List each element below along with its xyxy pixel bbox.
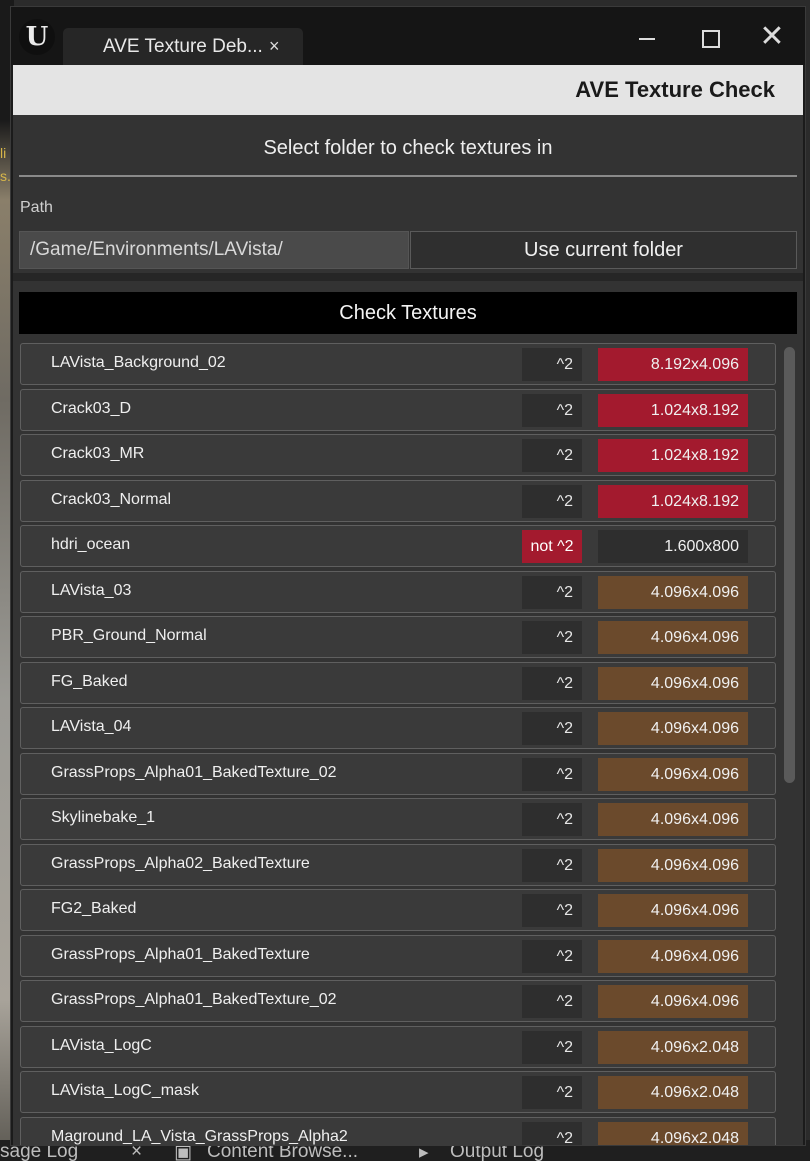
check-textures-button[interactable]: Check Textures xyxy=(19,292,797,334)
texture-row[interactable]: hdri_ocean not ^2 1.600x800 xyxy=(20,525,776,567)
texture-row[interactable]: GrassProps_Alpha01_BakedTexture_02 ^2 4.09… xyxy=(20,752,776,795)
texture-name: LAVista_04 xyxy=(51,718,132,735)
close-window-button[interactable]: ✕ xyxy=(756,21,788,53)
power-of-two-badge: ^2 xyxy=(522,621,582,654)
texture-row[interactable]: Skylinebake_1 ^2 4.096x4.096 xyxy=(20,798,776,840)
path-input[interactable]: /Game/Environments/LAVista/ xyxy=(19,231,409,269)
main-panel: Select folder to check textures in Path … xyxy=(13,115,803,1145)
power-of-two-badge: ^2 xyxy=(522,1030,582,1064)
texture-name: FG2_Baked xyxy=(51,900,137,917)
power-of-two-badge: ^2 xyxy=(522,939,582,973)
texture-name: GrassProps_Alpha02_BakedTexture xyxy=(51,854,310,872)
texture-row[interactable]: FG_Baked ^2 4.096x4.096 xyxy=(20,661,776,704)
texture-list: LAVista_Background_02 ^2 8.192x4.096 Crack0… xyxy=(19,343,779,1145)
texture-row[interactable]: GrassProps_Alpha01_BakedTexture ^2 4.096x4… xyxy=(20,934,776,977)
power-of-two-badge: ^2 xyxy=(522,393,582,427)
window-tab[interactable]: AVE Texture Deb... × xyxy=(63,28,303,65)
power-of-two-badge: ^2 xyxy=(522,439,582,472)
background-text-fragment: li xyxy=(0,145,7,161)
power-of-two-badge: ^2 xyxy=(522,712,582,745)
resolution-badge: 4.096x4.096 xyxy=(598,712,748,745)
texture-row[interactable]: LAVista_LogC_mask ^2 4.096x2.048 xyxy=(20,1071,776,1113)
use-current-folder-button[interactable]: Use current folder xyxy=(410,231,797,269)
section-separator xyxy=(13,273,803,281)
folder-heading: Select folder to check textures in xyxy=(263,137,553,159)
texture-row[interactable]: Crack03_MR ^2 1.024x8.192 xyxy=(20,434,776,476)
maximize-button[interactable] xyxy=(694,21,726,53)
unreal-logo-icon: U xyxy=(19,19,55,55)
resolution-badge: 4.096x2.048 xyxy=(598,1030,748,1064)
power-of-two-badge: ^2 xyxy=(522,1076,582,1109)
divider xyxy=(19,175,797,177)
path-label: Path xyxy=(20,199,53,216)
power-of-two-badge: ^2 xyxy=(522,848,582,882)
texture-name: Maground_LA_Vista_GrassProps_Alpha2 xyxy=(51,1127,348,1145)
texture-name: Crack03_Normal xyxy=(51,490,172,508)
resolution-badge: 8.192x4.096 xyxy=(598,348,748,381)
power-of-two-badge: ^2 xyxy=(522,575,582,609)
texture-name: hdri_ocean xyxy=(51,536,131,553)
resolution-badge: 4.096x2.048 xyxy=(598,1076,748,1109)
resolution-badge: 4.096x4.096 xyxy=(598,894,748,927)
texture-name: Skylinebake_1 xyxy=(51,809,156,826)
power-of-two-badge: ^2 xyxy=(522,985,582,1018)
header-band: AVE Texture Check xyxy=(13,65,803,115)
texture-row[interactable]: GrassProps_Alpha02_BakedTexture ^2 4.096x4… xyxy=(20,843,776,886)
window-titlebar[interactable]: U AVE Texture Deb... × ✕ xyxy=(11,7,805,65)
resolution-badge: 4.096x4.096 xyxy=(598,848,748,882)
power-of-two-badge: ^2 xyxy=(522,484,582,518)
texture-name: LAVista_LogC_mask xyxy=(51,1082,199,1099)
texture-name: GrassProps_Alpha01_BakedTexture xyxy=(51,945,310,963)
resolution-badge: 1.024x8.192 xyxy=(598,439,748,472)
texture-row[interactable]: Maground_LA_Vista_GrassProps_Alpha2 ^2 4.0… xyxy=(20,1116,776,1145)
resolution-badge: 4.096x4.096 xyxy=(598,666,748,700)
window-tab-title: AVE Texture Deb... xyxy=(103,36,263,57)
resolution-badge: 1.024x8.192 xyxy=(598,393,748,427)
resolution-badge: 1.600x800 xyxy=(598,530,748,563)
texture-row[interactable]: Crack03_Normal ^2 1.024x8.192 xyxy=(20,479,776,522)
resolution-badge: 4.096x4.096 xyxy=(598,939,748,973)
texture-name: PBR_Ground_Normal xyxy=(51,627,207,644)
power-of-two-badge: ^2 xyxy=(522,757,582,791)
texture-row[interactable]: LAVista_LogC ^2 4.096x2.048 xyxy=(20,1025,776,1068)
minimize-button[interactable] xyxy=(631,21,663,53)
texture-name: Crack03_D xyxy=(51,399,132,417)
page-title: AVE Texture Check xyxy=(575,77,775,102)
list-scrollbar[interactable] xyxy=(784,347,795,783)
resolution-badge: 4.096x4.096 xyxy=(598,803,748,836)
texture-name: LAVista_Background_02 xyxy=(51,354,226,371)
resolution-badge: 4.096x2.048 xyxy=(598,1121,748,1145)
texture-row[interactable]: Crack03_D ^2 1.024x8.192 xyxy=(20,388,776,431)
texture-row[interactable]: LAVista_Background_02 ^2 8.192x4.096 xyxy=(20,343,776,385)
power-of-two-badge: not ^2 xyxy=(522,530,582,563)
texture-row[interactable]: GrassProps_Alpha01_BakedTexture_02 ^2 4.09… xyxy=(20,980,776,1022)
texture-row[interactable]: LAVista_04 ^2 4.096x4.096 xyxy=(20,707,776,749)
texture-row[interactable]: LAVista_03 ^2 4.096x4.096 xyxy=(20,570,776,613)
texture-debugger-window: U AVE Texture Deb... × ✕ AVE Texture Che… xyxy=(10,6,806,1146)
power-of-two-badge: ^2 xyxy=(522,894,582,927)
texture-name: GrassProps_Alpha01_BakedTexture_02 xyxy=(51,763,337,781)
texture-name: LAVista_03 xyxy=(51,581,132,599)
texture-name: GrassProps_Alpha01_BakedTexture_02 xyxy=(51,991,337,1008)
texture-name: Crack03_MR xyxy=(51,445,145,462)
texture-row[interactable]: PBR_Ground_Normal ^2 4.096x4.096 xyxy=(20,616,776,658)
resolution-badge: 4.096x4.096 xyxy=(598,621,748,654)
resolution-badge: 4.096x4.096 xyxy=(598,575,748,609)
power-of-two-badge: ^2 xyxy=(522,1121,582,1145)
texture-name: LAVista_LogC xyxy=(51,1036,152,1054)
power-of-two-badge: ^2 xyxy=(522,348,582,381)
tab-close-icon[interactable]: × xyxy=(269,36,280,57)
power-of-two-badge: ^2 xyxy=(522,803,582,836)
texture-name: FG_Baked xyxy=(51,672,128,690)
texture-row[interactable]: FG2_Baked ^2 4.096x4.096 xyxy=(20,889,776,931)
resolution-badge: 4.096x4.096 xyxy=(598,985,748,1018)
power-of-two-badge: ^2 xyxy=(522,666,582,700)
resolution-badge: 4.096x4.096 xyxy=(598,757,748,791)
resolution-badge: 1.024x8.192 xyxy=(598,484,748,518)
